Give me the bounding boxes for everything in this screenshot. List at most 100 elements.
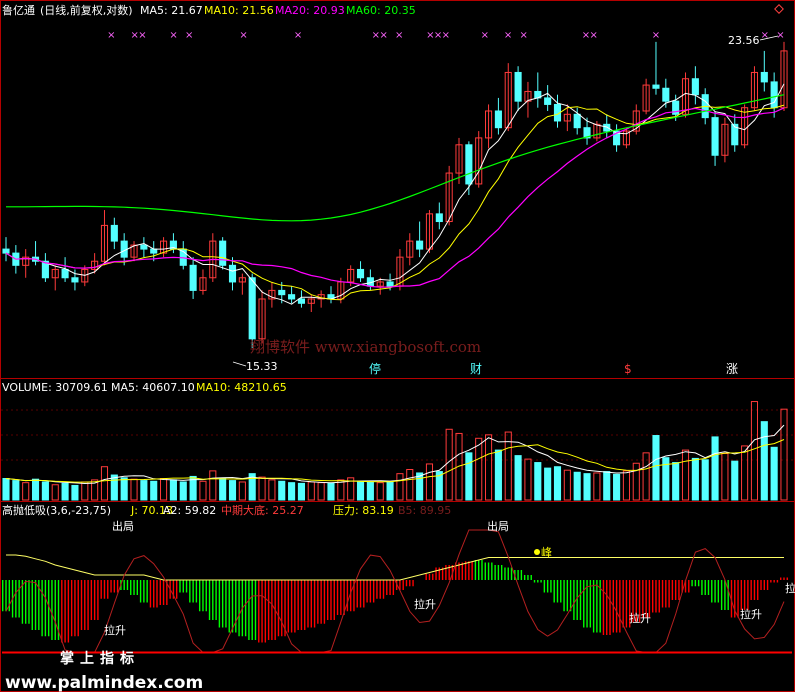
volume-bar bbox=[100, 466, 109, 501]
candle-body bbox=[297, 298, 305, 304]
volume-bar bbox=[583, 473, 591, 501]
peak-label: 峰 bbox=[541, 546, 552, 559]
exit-label-2: 出局 bbox=[487, 519, 509, 533]
volume-bar bbox=[741, 445, 749, 501]
candle-body bbox=[189, 264, 197, 291]
candle-body bbox=[416, 240, 424, 250]
diamond-icon[interactable] bbox=[774, 4, 784, 14]
volume-ma10: MA10: 48210.65 bbox=[196, 381, 287, 394]
volume-gridlines bbox=[1, 409, 794, 461]
exit-label-1: 出局 bbox=[112, 519, 134, 533]
candle-body bbox=[140, 244, 148, 250]
volume-layer bbox=[2, 401, 788, 501]
candle-body bbox=[770, 81, 778, 109]
volume-bar bbox=[622, 470, 630, 501]
volume-bar bbox=[31, 478, 40, 501]
candle-body bbox=[2, 248, 10, 254]
volume-bar bbox=[288, 482, 296, 501]
candle-body bbox=[61, 268, 69, 279]
signal-cross: × bbox=[590, 30, 598, 41]
volume-bar bbox=[475, 437, 483, 501]
volume-bar bbox=[770, 446, 778, 501]
volume-bar bbox=[396, 473, 404, 501]
volume-bar bbox=[209, 470, 217, 501]
volume-bar bbox=[71, 484, 79, 501]
rise-label-4: 拉升 bbox=[740, 607, 762, 621]
candle-body bbox=[71, 277, 79, 283]
volume-bar bbox=[563, 469, 571, 501]
indicator-mid-bottom: 中期大底: 25.27 bbox=[221, 503, 304, 517]
volume-bar bbox=[110, 474, 118, 501]
event-marker-suspend[interactable]: 停 bbox=[369, 361, 381, 376]
candle-body bbox=[435, 213, 443, 223]
ma10-line bbox=[5, 104, 785, 301]
footer-url: www.palmindex.com bbox=[5, 673, 203, 692]
volume-bar bbox=[61, 482, 69, 501]
volume-bar bbox=[691, 457, 699, 501]
signal-cross: × bbox=[519, 30, 527, 41]
event-marker-finance[interactable]: 财 bbox=[470, 362, 482, 376]
volume-bar bbox=[258, 476, 266, 501]
volume-bar bbox=[41, 481, 49, 501]
candle-body bbox=[386, 281, 394, 287]
candle-body bbox=[288, 294, 296, 300]
volume-bar bbox=[140, 480, 148, 501]
candle-body bbox=[228, 264, 237, 283]
candle-body bbox=[652, 84, 660, 89]
ma20-label: MA20: 20.93 bbox=[275, 4, 345, 17]
event-marker-limit-up[interactable]: 涨 bbox=[726, 361, 738, 376]
volume-bar bbox=[485, 434, 493, 501]
indicator-pressure: 压力: 83.19 bbox=[333, 504, 394, 517]
volume-bar bbox=[317, 482, 325, 501]
candle-body bbox=[110, 224, 118, 242]
indicator-b5: B5: 89.95 bbox=[398, 504, 451, 517]
signal-cross: × bbox=[239, 30, 247, 41]
ma60-label: MA60: 20.35 bbox=[346, 4, 416, 17]
volume-bar bbox=[425, 463, 434, 501]
candle-body bbox=[150, 248, 158, 254]
event-marker-dividend[interactable]: $ bbox=[624, 362, 632, 376]
candle-body bbox=[278, 289, 286, 296]
signal-cross: × bbox=[776, 30, 784, 41]
low-price-pointer bbox=[232, 361, 247, 367]
signal-cross: × bbox=[442, 30, 450, 41]
candle-body bbox=[494, 110, 502, 129]
indicator-title: 高抛低吸(3,6,-23,75) bbox=[2, 503, 111, 517]
candle-body bbox=[219, 240, 227, 266]
volume-ma5: MA5: 40607.10 bbox=[111, 381, 195, 394]
low-price-label: 15.33 bbox=[246, 360, 278, 373]
volume-bar bbox=[160, 478, 168, 501]
candle-body bbox=[248, 277, 256, 340]
ma10-label: MA10: 21.56 bbox=[204, 4, 274, 17]
volume-bar bbox=[524, 458, 532, 501]
high-price-label: 23.56 bbox=[728, 34, 760, 47]
watermark: 翔博软件 www.xiangbosoft.com bbox=[250, 338, 481, 356]
volume-bar bbox=[169, 479, 177, 501]
volume-bar bbox=[652, 435, 660, 501]
volume-bar bbox=[504, 431, 512, 501]
volume-bar bbox=[386, 481, 394, 501]
volume-bar bbox=[238, 481, 246, 501]
price-panel-frame bbox=[0, 0, 795, 379]
signal-cross: × bbox=[138, 30, 146, 41]
volume-bar bbox=[721, 453, 729, 501]
ma60-line bbox=[6, 94, 785, 222]
rise-label-1: 拉升 bbox=[104, 623, 126, 637]
signal-cross: × bbox=[395, 30, 403, 41]
volume-bar bbox=[593, 472, 601, 501]
volume-bar bbox=[120, 477, 128, 501]
volume-bar bbox=[228, 480, 237, 501]
volume-bar bbox=[681, 449, 690, 501]
volume-bar bbox=[278, 480, 286, 501]
peak-dot bbox=[534, 549, 540, 555]
volume-bar bbox=[219, 478, 227, 501]
signal-cross: × bbox=[504, 30, 512, 41]
volume-bar bbox=[22, 482, 30, 501]
volume-bar bbox=[514, 455, 522, 501]
signal-cross: × bbox=[481, 30, 489, 41]
volume-bar bbox=[199, 480, 207, 501]
candle-body bbox=[544, 97, 552, 105]
volume-bar bbox=[12, 480, 20, 501]
palm-index-title: 掌上指标 bbox=[60, 650, 140, 667]
volume-bar bbox=[711, 436, 719, 501]
